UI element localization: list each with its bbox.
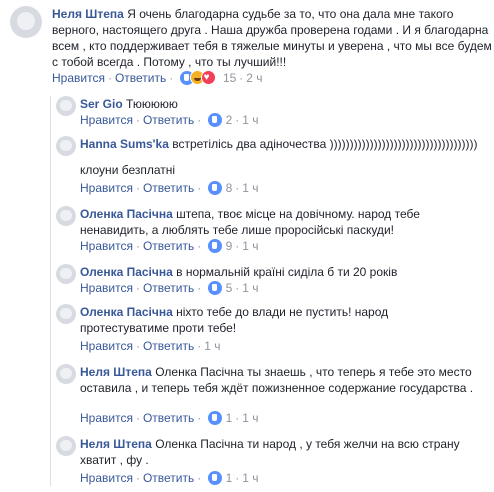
like-button[interactable]: Нравится <box>52 71 105 85</box>
comment-body: Ser Gio Тююююю <box>80 96 490 112</box>
reply-button[interactable]: Ответить <box>143 281 194 295</box>
comment-body: Неля Штепа Оленка Пасічна ты знаешь , чт… <box>80 364 480 396</box>
like-button[interactable]: Нравится <box>80 113 133 127</box>
timestamp[interactable]: 1 ч <box>242 181 258 195</box>
avatar[interactable] <box>10 6 42 38</box>
avatar[interactable] <box>56 304 76 324</box>
timestamp[interactable]: 1 ч <box>204 339 220 353</box>
avatar[interactable] <box>56 206 76 226</box>
comment-text: Тююююю <box>126 97 178 111</box>
comment-body: Оленка Пасічна ніхто тебе до влади не пу… <box>80 304 480 336</box>
like-reaction-icon[interactable] <box>207 471 222 485</box>
comment-body: Неля Штепа Я очень благодарна судьбе за … <box>52 6 492 70</box>
reply-button[interactable]: Ответить <box>143 471 194 485</box>
comment-text: встретілісь два адіночества ))))))))))))… <box>172 137 478 151</box>
reaction-count[interactable]: 8 <box>226 181 233 195</box>
avatar[interactable] <box>56 264 76 284</box>
timestamp[interactable]: 2 ч <box>246 71 262 85</box>
comment-body: Hanna Sums'ka встретілісь два адіночеств… <box>80 136 490 152</box>
like-button[interactable]: Нравится <box>80 281 133 295</box>
like-reaction-icon[interactable] <box>207 281 222 295</box>
reply-button[interactable]: Ответить <box>143 181 194 195</box>
reaction-count[interactable]: 5 <box>226 281 233 295</box>
reply-button[interactable]: Ответить <box>115 71 166 85</box>
comment-text-line2: клоуни безплатні <box>80 163 176 177</box>
comment-author[interactable]: Ser Gio <box>80 97 123 111</box>
reaction-count[interactable]: 1 <box>226 411 233 425</box>
like-reaction-icon[interactable] <box>207 239 222 253</box>
comment-actions: Нравится · Ответить · 2 · 1 ч <box>80 113 259 127</box>
comment-actions: Нравится · Ответить · 1 · 1 ч <box>80 471 259 485</box>
like-button[interactable]: Нравится <box>80 411 133 425</box>
comment-actions: Нравится·Ответить· 15·2 ч <box>52 70 263 86</box>
like-button[interactable]: Нравится <box>80 339 133 353</box>
reaction-count[interactable]: 2 <box>226 113 233 127</box>
like-button[interactable]: Нравится <box>80 181 133 195</box>
comment-actions: Нравится · Ответить · 5 · 1 ч <box>80 281 259 295</box>
like-button[interactable]: Нравится <box>80 239 133 253</box>
reply-thread-line <box>50 96 51 486</box>
avatar[interactable] <box>56 136 76 156</box>
comment-text: в нормальній країні сиділа б ти 20 років <box>176 265 398 279</box>
comment-author[interactable]: Неля Штепа <box>80 437 152 451</box>
comment-actions: Нравится · Ответить · 9 · 1 ч <box>80 239 259 253</box>
comment-author[interactable]: Неля Штепа <box>52 7 124 21</box>
like-reaction-icon[interactable] <box>207 411 222 425</box>
comment-author[interactable]: Неля Штепа <box>80 365 152 379</box>
reply-button[interactable]: Ответить <box>143 411 194 425</box>
comment-body: Неля Штепа Оленка Пасічна ти народ , у т… <box>80 436 480 468</box>
avatar[interactable] <box>56 364 76 384</box>
timestamp[interactable]: 1 ч <box>242 239 258 253</box>
love-reaction-icon[interactable] <box>200 70 216 86</box>
timestamp[interactable]: 1 ч <box>242 411 258 425</box>
avatar[interactable] <box>56 96 76 116</box>
comment-body: Оленка Пасічна в нормальній країні сиділ… <box>80 264 490 280</box>
comment-author[interactable]: Hanna Sums'ka <box>80 137 169 151</box>
timestamp[interactable]: 1 ч <box>242 471 258 485</box>
comment-actions: Нравится · Ответить · 1 · 1 ч <box>80 411 259 425</box>
avatar[interactable] <box>56 436 76 456</box>
comment-author[interactable]: Оленка Пасічна <box>80 265 173 279</box>
like-reaction-icon[interactable] <box>207 181 222 195</box>
reaction-count[interactable]: 15 <box>223 71 236 85</box>
reply-button[interactable]: Ответить <box>143 239 194 253</box>
comment-author[interactable]: Оленка Пасічна <box>80 207 173 221</box>
reaction-count[interactable]: 1 <box>226 471 233 485</box>
comment-author[interactable]: Оленка Пасічна <box>80 305 173 319</box>
comment-actions: Нравится · Ответить · 8 · 1 ч <box>80 181 259 195</box>
reaction-count[interactable]: 9 <box>226 239 233 253</box>
comment-actions: Нравится · Ответить · 1 ч <box>80 339 221 353</box>
like-button[interactable]: Нравится <box>80 471 133 485</box>
timestamp[interactable]: 1 ч <box>242 281 258 295</box>
reply-button[interactable]: Ответить <box>143 339 194 353</box>
comment-body: Оленка Пасічна штепа, твоє місце на дові… <box>80 206 480 238</box>
reply-button[interactable]: Ответить <box>143 113 194 127</box>
timestamp[interactable]: 1 ч <box>242 113 258 127</box>
like-reaction-icon[interactable] <box>207 113 222 127</box>
